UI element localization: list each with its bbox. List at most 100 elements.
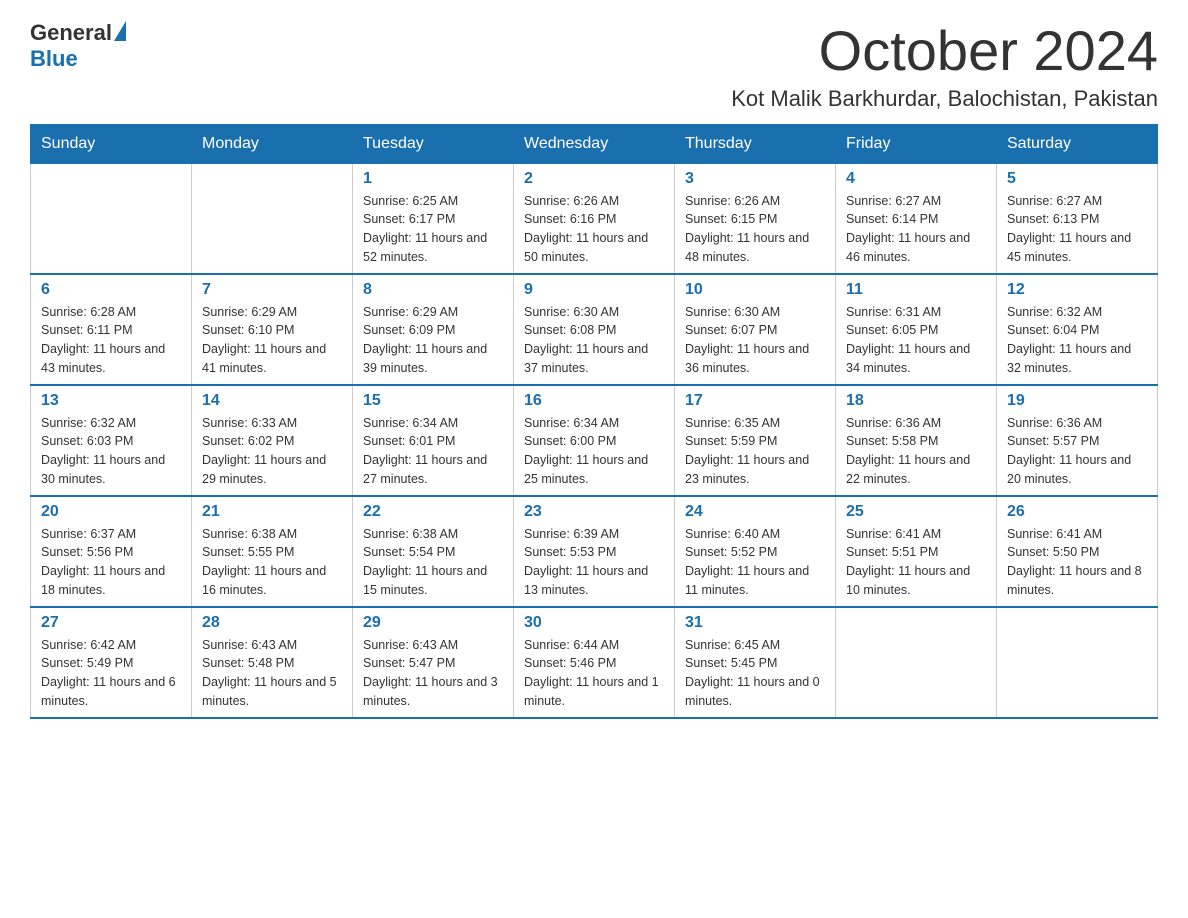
day-number: 23 [524,503,664,521]
day-number: 13 [41,392,181,410]
calendar-cell: 5 Sunrise: 6:27 AMSunset: 6:13 PMDaylight… [997,163,1158,274]
day-info: Sunrise: 6:25 AMSunset: 6:17 PMDaylight:… [363,192,503,267]
day-number: 8 [363,281,503,299]
day-info: Sunrise: 6:42 AMSunset: 5:49 PMDaylight:… [41,636,181,711]
day-info: Sunrise: 6:27 AMSunset: 6:13 PMDaylight:… [1007,192,1147,267]
calendar-cell: 15Sunrise: 6:34 AMSunset: 6:01 PMDayligh… [353,385,514,496]
calendar-cell: 4Sunrise: 6:27 AMSunset: 6:14 PMDaylight… [836,163,997,274]
calendar-cell: 14Sunrise: 6:33 AMSunset: 6:02 PMDayligh… [192,385,353,496]
month-title: October 2024 [731,20,1158,82]
day-info: Sunrise: 6:29 AMSunset: 6:10 PMDaylight:… [202,303,342,378]
calendar-cell: 29 Sunrise: 6:43 AMSunset: 5:47 PMDayligh… [353,607,514,718]
calendar-cell: 1 Sunrise: 6:25 AMSunset: 6:17 PMDaylight… [353,163,514,274]
day-number: 2 [524,170,664,188]
day-info: Sunrise: 6:34 AMSunset: 6:00 PMDaylight:… [524,414,664,489]
day-number: 22 [363,503,503,521]
day-info: Sunrise: 6:29 AMSunset: 6:09 PMDaylight:… [363,303,503,378]
header-day-thursday: Thursday [675,124,836,163]
calendar-cell: 28Sunrise: 6:43 AMSunset: 5:48 PMDayligh… [192,607,353,718]
day-number: 17 [685,392,825,410]
calendar-cell: 27 Sunrise: 6:42 AMSunset: 5:49 PMDayligh… [31,607,192,718]
day-info: Sunrise: 6:35 AMSunset: 5:59 PMDaylight:… [685,414,825,489]
calendar-cell [192,163,353,274]
calendar-cell: 13 Sunrise: 6:32 AMSunset: 6:03 PMDayligh… [31,385,192,496]
calendar-cell: 19 Sunrise: 6:36 AMSunset: 5:57 PMDayligh… [997,385,1158,496]
day-info: Sunrise: 6:43 AMSunset: 5:47 PMDaylight:… [363,636,503,711]
calendar-cell: 11Sunrise: 6:31 AMSunset: 6:05 PMDayligh… [836,274,997,385]
title-area: October 2024 Kot Malik Barkhurdar, Baloc… [731,20,1158,112]
calendar-cell [31,163,192,274]
calendar-cell: 6 Sunrise: 6:28 AMSunset: 6:11 PMDaylight… [31,274,192,385]
day-info: Sunrise: 6:38 AMSunset: 5:55 PMDaylight:… [202,525,342,600]
calendar-cell [836,607,997,718]
day-number: 1 [363,170,503,188]
day-number: 19 [1007,392,1147,410]
day-number: 7 [202,281,342,299]
day-number: 31 [685,614,825,632]
day-info: Sunrise: 6:28 AMSunset: 6:11 PMDaylight:… [41,303,181,378]
calendar-cell: 10 Sunrise: 6:30 AMSunset: 6:07 PMDayligh… [675,274,836,385]
day-number: 9 [524,281,664,299]
day-number: 21 [202,503,342,521]
day-number: 28 [202,614,342,632]
day-number: 25 [846,503,986,521]
calendar-cell: 17 Sunrise: 6:35 AMSunset: 5:59 PMDayligh… [675,385,836,496]
calendar-cell: 18Sunrise: 6:36 AMSunset: 5:58 PMDayligh… [836,385,997,496]
header-row: SundayMondayTuesdayWednesdayThursdayFrid… [31,124,1158,163]
header-day-wednesday: Wednesday [514,124,675,163]
calendar-cell: 9Sunrise: 6:30 AMSunset: 6:08 PMDaylight… [514,274,675,385]
week-row-3: 20Sunrise: 6:37 AMSunset: 5:56 PMDayligh… [31,496,1158,607]
day-number: 5 [1007,170,1147,188]
header: General Blue October 2024 Kot Malik Bark… [30,20,1158,112]
logo-general-text: General [30,20,112,46]
header-day-sunday: Sunday [31,124,192,163]
day-number: 16 [524,392,664,410]
day-info: Sunrise: 6:32 AMSunset: 6:03 PMDaylight:… [41,414,181,489]
day-info: Sunrise: 6:30 AMSunset: 6:07 PMDaylight:… [685,303,825,378]
calendar-cell: 2 Sunrise: 6:26 AMSunset: 6:16 PMDaylight… [514,163,675,274]
day-number: 10 [685,281,825,299]
day-number: 26 [1007,503,1147,521]
calendar-table: SundayMondayTuesdayWednesdayThursdayFrid… [30,124,1158,719]
day-number: 29 [363,614,503,632]
header-day-monday: Monday [192,124,353,163]
calendar-cell: 20Sunrise: 6:37 AMSunset: 5:56 PMDayligh… [31,496,192,607]
day-info: Sunrise: 6:36 AMSunset: 5:58 PMDaylight:… [846,414,986,489]
week-row-0: 1 Sunrise: 6:25 AMSunset: 6:17 PMDaylight… [31,163,1158,274]
calendar-cell [997,607,1158,718]
day-info: Sunrise: 6:41 AMSunset: 5:50 PMDaylight:… [1007,525,1147,600]
calendar-cell: 31Sunrise: 6:45 AMSunset: 5:45 PMDayligh… [675,607,836,718]
calendar-cell: 8 Sunrise: 6:29 AMSunset: 6:09 PMDaylight… [353,274,514,385]
calendar-cell: 3Sunrise: 6:26 AMSunset: 6:15 PMDaylight… [675,163,836,274]
calendar-cell: 16 Sunrise: 6:34 AMSunset: 6:00 PMDayligh… [514,385,675,496]
day-number: 11 [846,281,986,299]
week-row-1: 6 Sunrise: 6:28 AMSunset: 6:11 PMDaylight… [31,274,1158,385]
day-info: Sunrise: 6:26 AMSunset: 6:15 PMDaylight:… [685,192,825,267]
day-number: 14 [202,392,342,410]
week-row-2: 13 Sunrise: 6:32 AMSunset: 6:03 PMDayligh… [31,385,1158,496]
day-info: Sunrise: 6:38 AMSunset: 5:54 PMDaylight:… [363,525,503,600]
day-info: Sunrise: 6:37 AMSunset: 5:56 PMDaylight:… [41,525,181,600]
calendar-cell: 7 Sunrise: 6:29 AMSunset: 6:10 PMDaylight… [192,274,353,385]
week-row-4: 27 Sunrise: 6:42 AMSunset: 5:49 PMDayligh… [31,607,1158,718]
day-info: Sunrise: 6:36 AMSunset: 5:57 PMDaylight:… [1007,414,1147,489]
calendar-cell: 12Sunrise: 6:32 AMSunset: 6:04 PMDayligh… [997,274,1158,385]
location-title: Kot Malik Barkhurdar, Balochistan, Pakis… [731,86,1158,112]
logo-blue-text: Blue [30,46,78,72]
day-info: Sunrise: 6:44 AMSunset: 5:46 PMDaylight:… [524,636,664,711]
day-info: Sunrise: 6:40 AMSunset: 5:52 PMDaylight:… [685,525,825,600]
day-number: 27 [41,614,181,632]
day-info: Sunrise: 6:41 AMSunset: 5:51 PMDaylight:… [846,525,986,600]
day-number: 12 [1007,281,1147,299]
day-number: 24 [685,503,825,521]
calendar-cell: 23 Sunrise: 6:39 AMSunset: 5:53 PMDayligh… [514,496,675,607]
day-info: Sunrise: 6:39 AMSunset: 5:53 PMDaylight:… [524,525,664,600]
day-info: Sunrise: 6:26 AMSunset: 6:16 PMDaylight:… [524,192,664,267]
day-number: 6 [41,281,181,299]
header-day-friday: Friday [836,124,997,163]
day-number: 4 [846,170,986,188]
header-day-saturday: Saturday [997,124,1158,163]
logo-triangle-icon [114,21,126,41]
logo: General Blue [30,20,126,72]
calendar-cell: 25 Sunrise: 6:41 AMSunset: 5:51 PMDayligh… [836,496,997,607]
